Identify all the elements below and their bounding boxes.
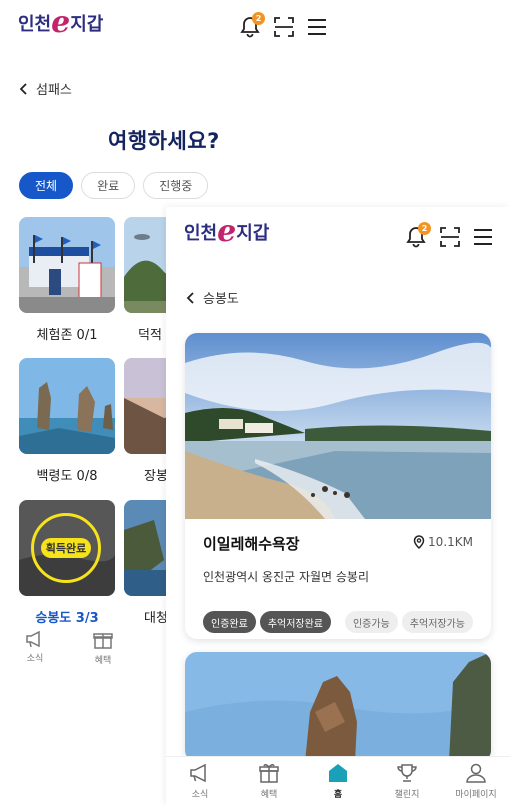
- place-distance: 10.1KM: [413, 535, 473, 549]
- nav-home[interactable]: 홈: [308, 763, 368, 800]
- menu-icon[interactable]: [307, 18, 327, 36]
- island-card-label: 덕적: [138, 328, 162, 343]
- gift-icon: [93, 633, 113, 649]
- island-card-label: 장봉: [144, 469, 166, 484]
- logo-text-left: 인천: [18, 14, 52, 35]
- logo-text-left: 인천: [184, 223, 218, 244]
- island-card-label: 승봉도 3/3: [35, 611, 99, 626]
- island-detail-screen: 인천 e 지갑 2 승봉도 이일레해수욕장 10.1KM 인천광역시 옹진군 자…: [166, 207, 510, 806]
- nav-benefits[interactable]: 혜택: [78, 630, 128, 666]
- island-card-label: 백령도 0/8: [36, 469, 98, 484]
- breadcrumb[interactable]: 섬패스: [18, 79, 72, 98]
- breadcrumb[interactable]: 승봉도: [185, 288, 239, 307]
- logo-text-right: 지갑: [236, 223, 270, 244]
- island-thumbnail: 획득완료: [19, 500, 115, 596]
- island-card-label: 체험존 0/1: [36, 328, 98, 343]
- filter-tabs: 전체 완료 진행중: [19, 172, 209, 199]
- nav-news[interactable]: 소식: [10, 630, 60, 664]
- acquired-stamp: 획득완료: [31, 513, 101, 583]
- distance-value: 10.1KM: [428, 535, 473, 549]
- nav-news[interactable]: 소식: [170, 763, 230, 800]
- qr-scan-icon[interactable]: [440, 227, 460, 247]
- notification-badge: 2: [252, 12, 265, 25]
- header: 인천 e 지갑 2: [166, 207, 510, 265]
- status-tags: 인증완료 추억저장완료: [203, 611, 332, 633]
- island-card-label: 대청: [144, 611, 166, 626]
- nav-label: 챌린지: [394, 790, 420, 800]
- nav-label: 소식: [191, 790, 209, 800]
- logo-text-right: 지갑: [70, 14, 104, 35]
- bell-icon[interactable]: 2: [406, 222, 431, 248]
- trophy-icon: [397, 764, 417, 782]
- nav-label: 소식: [26, 654, 44, 664]
- available-tags: 인증가능 추억저장가능: [344, 611, 473, 633]
- place-photo: [185, 333, 491, 519]
- logo-e: e: [51, 5, 71, 40]
- nav-benefits[interactable]: 혜택: [239, 763, 299, 800]
- bell-icon[interactable]: 2: [240, 12, 265, 38]
- page-title: 여행하세요?: [108, 129, 220, 153]
- filter-all[interactable]: 전체: [19, 172, 74, 199]
- notification-badge: 2: [418, 222, 431, 235]
- logo-e: e: [217, 214, 237, 249]
- megaphone-icon: [190, 763, 206, 783]
- island-card-deokjeok[interactable]: 덕적: [124, 217, 166, 343]
- menu-icon[interactable]: [473, 228, 493, 246]
- nav-label: 홈: [333, 790, 343, 800]
- app-logo[interactable]: 인천 e 지갑: [18, 5, 104, 40]
- nav-label: 혜택: [94, 656, 112, 666]
- nav-label: 마이페이지: [455, 790, 497, 800]
- filter-in-progress[interactable]: 진행중: [143, 172, 209, 199]
- home-icon: [329, 764, 347, 782]
- place-address: 인천광역시 옹진군 자월면 승봉리: [203, 570, 370, 584]
- place-card[interactable]: 이일레해수욕장 10.1KM 인천광역시 옹진군 자월면 승봉리 인증완료 추억…: [185, 333, 491, 639]
- island-thumbnail: [124, 358, 166, 454]
- island-card-experience[interactable]: 체험존 0/1: [19, 217, 115, 343]
- island-thumbnail: [19, 217, 115, 313]
- header-actions: 2: [406, 222, 493, 248]
- tag-memory-available: 추억저장가능: [401, 611, 473, 633]
- island-card-seungbong[interactable]: 획득완료 승봉도 3/3: [19, 500, 115, 626]
- island-card-jangbong[interactable]: 장봉: [124, 358, 166, 484]
- location-pin-icon: [413, 535, 425, 549]
- nav-mypage[interactable]: 마이페이지: [446, 763, 506, 800]
- island-thumbnail: [124, 217, 166, 313]
- header-actions: 2: [240, 12, 327, 38]
- back-chevron-icon: [19, 82, 27, 95]
- filter-completed[interactable]: 완료: [81, 172, 136, 199]
- island-thumbnail: [124, 500, 166, 596]
- tag-verify-available: 인증가능: [344, 611, 398, 633]
- place-photo: [185, 652, 491, 762]
- island-card-daecheong[interactable]: 대청: [124, 500, 166, 626]
- acquired-badge: 획득완료: [40, 538, 92, 558]
- tag-verified: 인증완료: [203, 611, 256, 633]
- island-thumbnail: [19, 358, 115, 454]
- island-card-baengnyeong[interactable]: 백령도 0/8: [19, 358, 115, 484]
- place-info: 이일레해수욕장 10.1KM 인천광역시 옹진군 자월면 승봉리 인증완료 추억…: [185, 519, 491, 639]
- back-bottom-nav: 소식 혜택: [0, 628, 175, 673]
- person-icon: [466, 763, 486, 783]
- nav-challenge[interactable]: 챌린지: [377, 763, 437, 800]
- qr-scan-icon[interactable]: [274, 17, 294, 37]
- back-chevron-icon: [186, 291, 194, 304]
- megaphone-icon: [26, 630, 40, 648]
- place-card[interactable]: [185, 652, 491, 762]
- tag-memory-saved: 추억저장완료: [259, 611, 332, 633]
- gift-icon: [259, 763, 279, 783]
- bottom-nav: 소식 혜택 홈 챌린지 마이페이지: [166, 756, 510, 806]
- breadcrumb-label: 승봉도: [203, 292, 239, 307]
- nav-label: 혜택: [260, 790, 278, 800]
- app-logo[interactable]: 인천 e 지갑: [184, 214, 270, 249]
- breadcrumb-label: 섬패스: [36, 83, 72, 98]
